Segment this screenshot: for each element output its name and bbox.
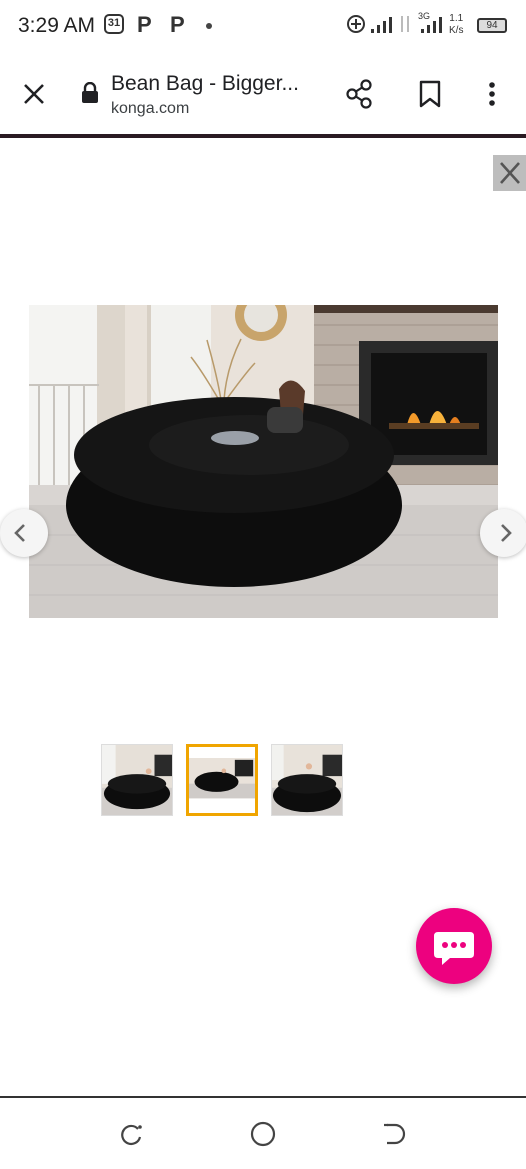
thumbnail-2[interactable] (186, 744, 258, 816)
network-speed-value: 1.1 (449, 13, 464, 24)
chat-button[interactable] (416, 908, 492, 984)
toolbar-divider (0, 134, 526, 138)
thumbnail-image (102, 745, 172, 815)
close-icon[interactable] (22, 82, 46, 106)
p-app-icon: P (137, 12, 152, 37)
chevron-left-icon (14, 524, 25, 542)
page-domain[interactable]: konga.com (111, 100, 189, 118)
status-time: 3:29 AM (18, 14, 96, 37)
home-icon[interactable] (249, 1120, 277, 1148)
network-speed: 1.1 K/s (449, 13, 463, 37)
bookmark-icon[interactable] (418, 80, 442, 108)
chat-bubble-icon (434, 932, 474, 965)
page-title[interactable]: Bean Bag - Bigger... (111, 72, 299, 96)
thumbnail-3[interactable] (271, 744, 343, 816)
battery-icon: 94 (477, 18, 507, 33)
data-transfer-icon (401, 16, 409, 32)
close-viewer-button[interactable] (493, 155, 526, 191)
back-icon[interactable] (381, 1121, 407, 1147)
close-icon (500, 162, 520, 184)
signal-icon (421, 17, 442, 33)
thumbnail-image (272, 745, 342, 815)
more-vert-icon[interactable] (484, 80, 500, 108)
chevron-right-icon (501, 524, 512, 542)
signal-icon (371, 17, 392, 33)
network-speed-unit: K/s (449, 25, 464, 36)
lock-icon[interactable] (80, 82, 100, 104)
status-bar: 3:29 AM 31 P P 3G 1.1 K/s 94 (0, 0, 526, 54)
share-icon[interactable] (344, 78, 374, 110)
thumbnail-1[interactable] (101, 744, 173, 816)
recent-apps-icon[interactable] (118, 1121, 144, 1147)
previous-image-button[interactable] (0, 509, 48, 557)
thumbnail-image (189, 747, 255, 813)
notification-dot-icon (206, 23, 212, 29)
p-app-icon: P (170, 12, 185, 37)
next-image-button[interactable] (480, 509, 526, 557)
data-saver-icon (347, 15, 365, 33)
product-image[interactable] (29, 305, 498, 618)
calendar-icon: 31 (104, 14, 124, 34)
